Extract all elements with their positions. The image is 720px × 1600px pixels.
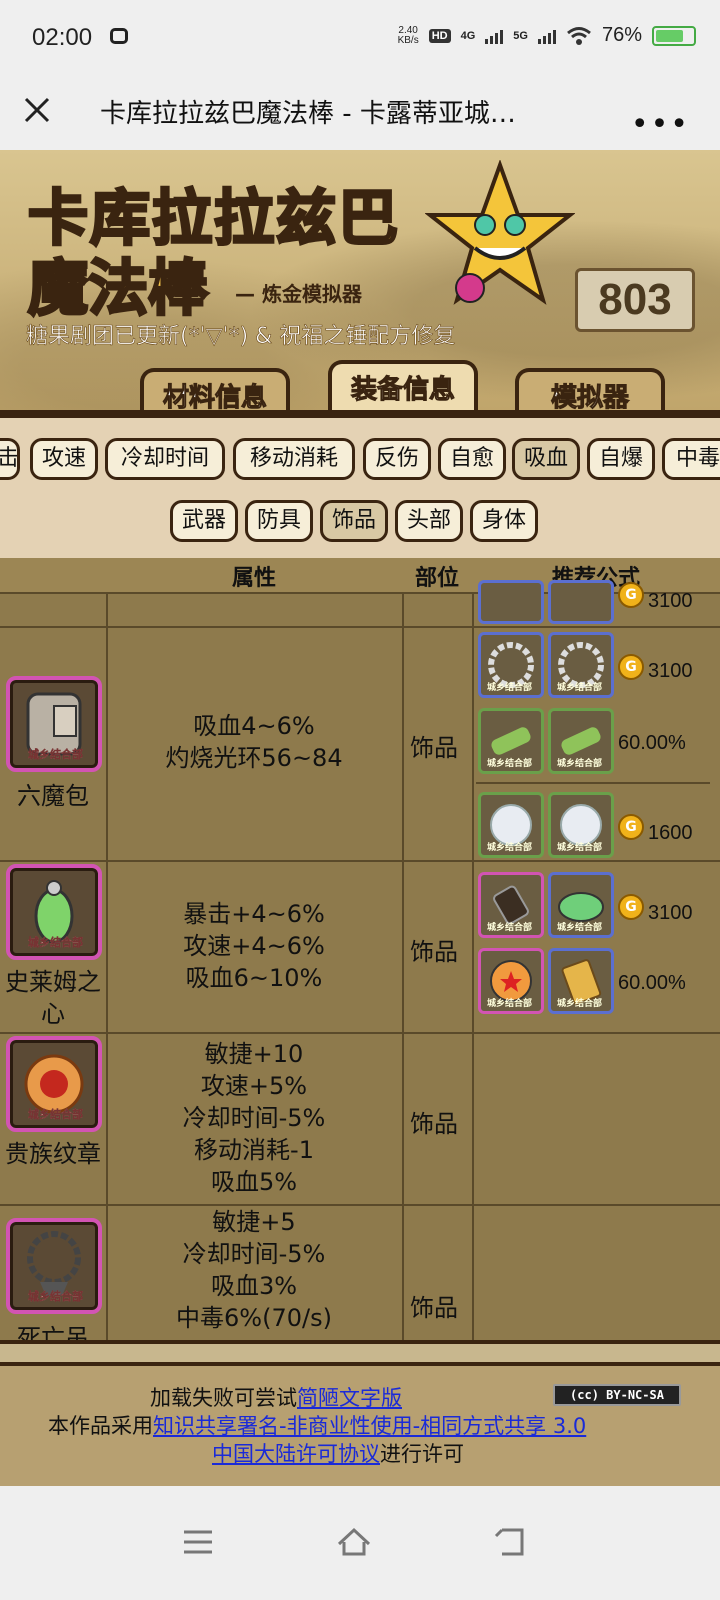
formula-material-icon[interactable]: 城乡结合部 <box>478 792 544 858</box>
license-line: 本作品采用知识共享署名-非商业性使用-相同方式共享 3.0 <box>48 1414 587 1438</box>
formula-cost: 3100 <box>648 590 693 612</box>
notification-icon <box>110 28 128 44</box>
item-attributes: 敏捷+5 冷却时间-5% 吸血3% 中毒6%(70/s) <box>176 1208 332 1332</box>
item-name: 六魔包 <box>17 782 89 810</box>
cc-license-badge[interactable]: (cc) BY-NC-SA <box>553 1384 681 1406</box>
formula-cost: 3100 <box>648 902 693 924</box>
formula-success-rate: 60.00% <box>618 732 686 754</box>
filter-slot-armor[interactable]: 防具 <box>245 500 313 542</box>
back-icon[interactable] <box>490 1522 530 1562</box>
filter-attr-poison[interactable]: 中毒 <box>662 438 720 480</box>
status-bar: 02:00 2.40 KB/s HD 4G 5G 76% <box>0 0 720 75</box>
filter-attr-thorns[interactable]: 反伤 <box>363 438 431 480</box>
page-title: 卡库拉拉兹巴魔法棒 - 卡露蒂亚城… <box>100 99 516 129</box>
item-attributes: 吸血4~6% 灼烧光环56~84 <box>165 712 343 772</box>
formula-material-icon[interactable]: 城乡结合部 <box>478 948 544 1014</box>
header-banner: 卡库拉拉兹巴 魔法棒 — 炼金模拟器 803 糖果剧团已更新(*ˈ▽ˈ*) & … <box>0 150 720 418</box>
more-menu-icon[interactable]: ••• <box>631 107 690 142</box>
filter-slot-head[interactable]: 头部 <box>395 500 463 542</box>
license-link[interactable]: 知识共享署名-非商业性使用-相同方式共享 3.0 <box>153 1414 586 1438</box>
5g-label: 5G <box>513 29 528 42</box>
gold-coin-icon: G <box>618 654 644 680</box>
4g-label: 4G <box>460 29 476 42</box>
filter-slot-weapon[interactable]: 武器 <box>170 500 238 542</box>
visitor-counter: 803 <box>575 268 695 332</box>
item-attributes: 敏捷+10 攻速+5% 冷却时间-5% 移动消耗-1 吸血5% <box>182 1040 326 1196</box>
item-slot: 饰品 <box>410 938 458 966</box>
header-slot: 部位 <box>414 566 459 591</box>
formula-success-rate: 60.00% <box>618 972 686 994</box>
screen: 02:00 2.40 KB/s HD 4G 5G 76% 卡库拉拉兹巴魔法棒 - … <box>0 0 720 1600</box>
browser-title-bar: 卡库拉拉兹巴魔法棒 - 卡露蒂亚城… ••• <box>0 75 720 150</box>
filter-attr-attack-speed[interactable]: 攻速 <box>30 438 98 480</box>
formula-material-icon[interactable]: 城乡结合部 <box>548 948 614 1014</box>
item-icon-noble-emblem[interactable]: 城乡结合部 <box>6 1036 102 1132</box>
formula-material-icon[interactable]: 城乡结合部 <box>548 632 614 698</box>
gold-coin-icon: G <box>618 582 644 608</box>
formula-cost: 3100 <box>648 660 693 682</box>
logo-line-2: 魔法棒 <box>27 253 210 326</box>
gold-coin-icon: G <box>618 894 644 920</box>
formula-material-icon[interactable]: 城乡结合部 <box>478 872 544 938</box>
filter-attr-regen[interactable]: 自愈 <box>438 438 506 480</box>
license-agreement-link[interactable]: 中国大陆许可协议 <box>212 1442 380 1466</box>
equipment-table: 属性 部位 推荐公式 G 3100 城乡结合部 六魔包 吸血4~6% 灼烧光环5… <box>0 558 720 1366</box>
formula-material-icon[interactable] <box>478 580 544 624</box>
item-name: 贵族纹章 <box>5 1140 101 1168</box>
filter-attr-cooldown[interactable]: 冷却时间 <box>105 438 225 480</box>
fallback-line: 加载失败可尝试简陋文字版 <box>150 1386 402 1410</box>
close-icon[interactable] <box>22 95 52 125</box>
text-version-link[interactable]: 简陋文字版 <box>297 1386 402 1410</box>
footer: 加载失败可尝试简陋文字版 (cc) BY-NC-SA 本作品采用知识共享署名-非… <box>0 1340 720 1486</box>
footer-rail <box>0 1340 720 1366</box>
status-icons: 2.40 KB/s HD 4G 5G 76% <box>398 24 696 47</box>
filter-attr-self-destruct[interactable]: 自爆 <box>587 438 655 480</box>
item-attributes: 暴击+4~6% 攻速+4~6% 吸血6~10% <box>183 900 325 992</box>
formula-material-icon[interactable]: 城乡结合部 <box>548 872 614 938</box>
hd-icon: HD <box>428 28 451 43</box>
filter-panel: 击 攻速 冷却时间 移动消耗 反伤 自愈 吸血 自爆 中毒 武器 防具 饰品 头… <box>0 418 720 558</box>
filter-slot-body[interactable]: 身体 <box>470 500 538 542</box>
header-attributes: 属性 <box>231 566 276 591</box>
formula-material-icon[interactable]: 城乡结合部 <box>478 708 544 774</box>
clock: 02:00 <box>32 24 93 51</box>
wifi-icon <box>567 26 591 45</box>
filter-attr-crit[interactable]: 击 <box>0 438 20 480</box>
battery-percent: 76% <box>601 24 642 46</box>
item-slot: 饰品 <box>410 734 458 762</box>
license-line-2: 中国大陆许可协议进行许可 <box>212 1442 464 1466</box>
battery-icon <box>652 25 696 46</box>
update-notice: 糖果剧团已更新(*ˈ▽ˈ*) & 祝福之锤配方修复 <box>26 324 456 350</box>
signal-4g-icon <box>485 28 504 44</box>
filter-slot-accessory[interactable]: 饰品 <box>320 500 388 542</box>
item-slot: 饰品 <box>410 1294 458 1322</box>
tab-rail <box>0 410 720 418</box>
item-icon-death-pendant[interactable]: 城乡结合部 <box>6 1218 102 1314</box>
item-icon-six-demon-bag[interactable]: 城乡结合部 <box>6 676 102 772</box>
signal-5g-icon <box>537 28 556 44</box>
item-icon-slime-heart[interactable]: 城乡结合部 <box>6 864 102 960</box>
formula-material-icon[interactable]: 城乡结合部 <box>548 708 614 774</box>
formula-material-icon[interactable]: 城乡结合部 <box>478 632 544 698</box>
home-icon[interactable] <box>334 1522 374 1562</box>
filter-attr-move-cost[interactable]: 移动消耗 <box>233 438 355 480</box>
item-slot: 饰品 <box>410 1110 458 1138</box>
formula-cost: 1600 <box>648 822 693 844</box>
item-name: 史莱姆之心 <box>5 968 101 1028</box>
system-nav-bar <box>0 1486 720 1600</box>
formula-material-icon[interactable] <box>548 580 614 624</box>
star-mascot-icon <box>425 160 575 305</box>
network-speed: 2.40 KB/s <box>397 24 419 46</box>
filter-attr-lifesteal[interactable]: 吸血 <box>512 438 580 480</box>
gold-coin-icon: G <box>618 814 644 840</box>
logo-subtitle: — 炼金模拟器 <box>235 282 362 306</box>
menu-icon[interactable] <box>178 1522 218 1562</box>
formula-material-icon[interactable]: 城乡结合部 <box>548 792 614 858</box>
